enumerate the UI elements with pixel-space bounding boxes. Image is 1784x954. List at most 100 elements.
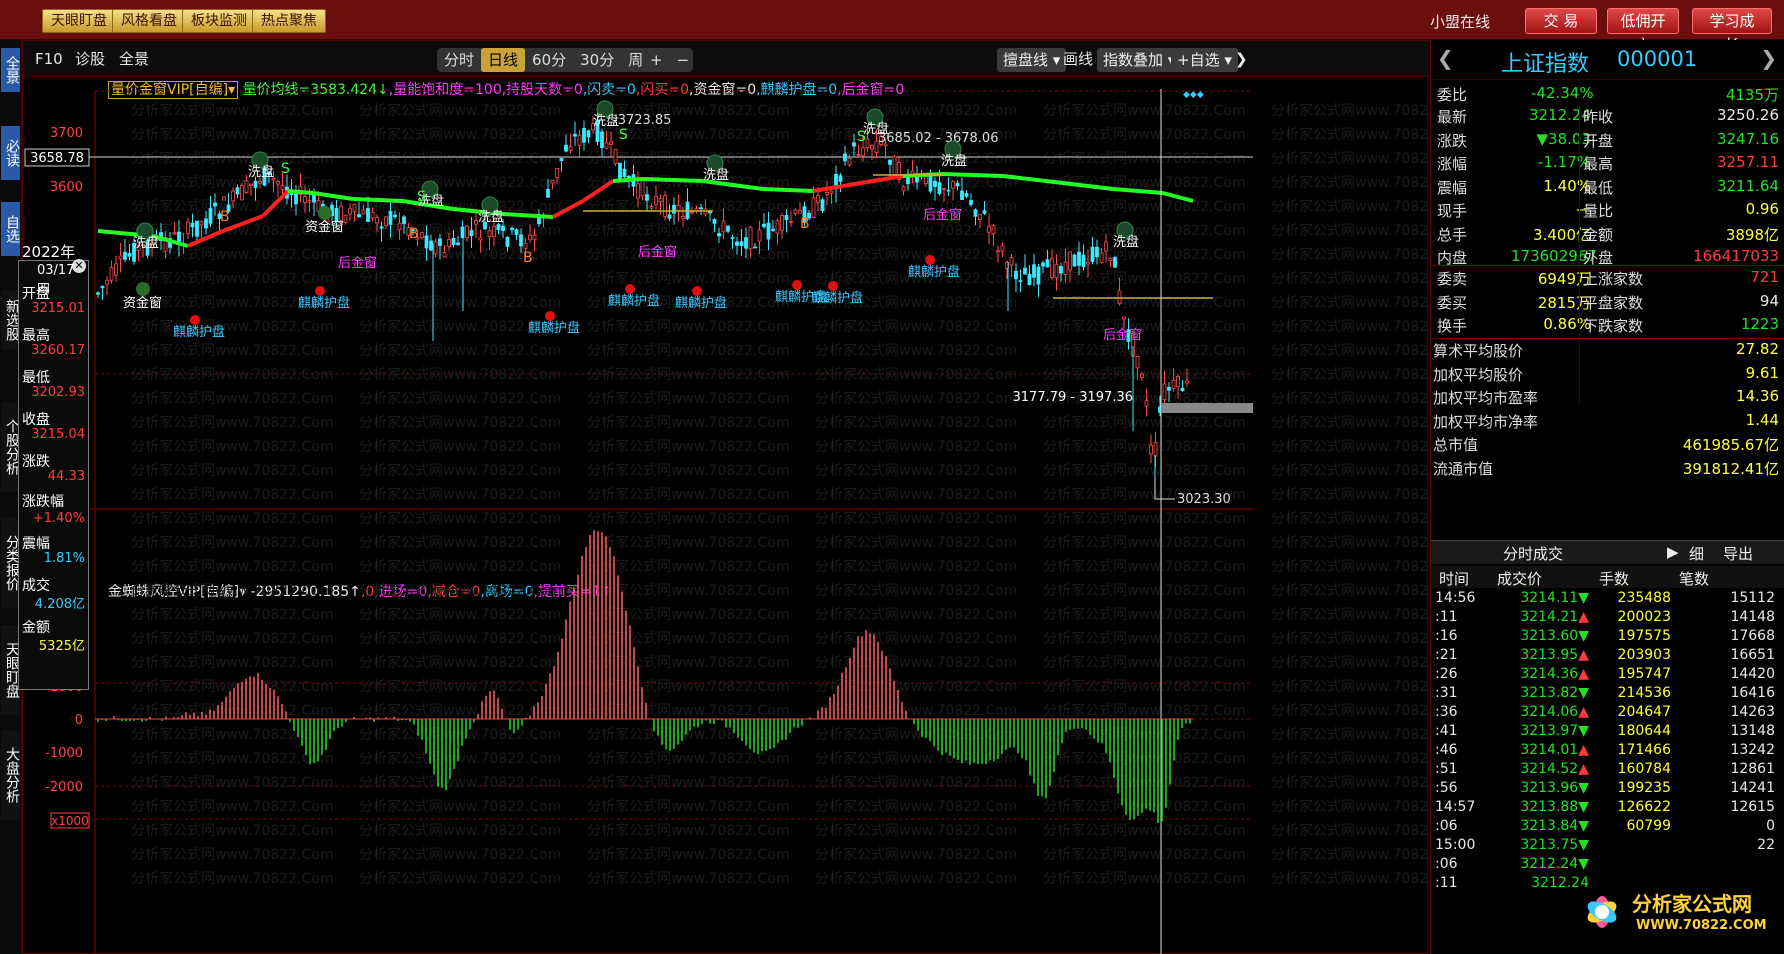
weibi-row: 委比 -42.34% 4135万 [1431,84,1784,106]
watermark-text: 分析家公式网www.70822.Com [1271,318,1429,335]
watermark-text: 分析家公式网www.70822.Com [815,150,1017,167]
tick-row: :16 3213.60▼ 197575 17668 [1431,628,1784,647]
overview-button[interactable]: 全景 [119,48,149,70]
signal-wash: 洗盘 [703,167,729,183]
fund-icon [318,206,332,220]
tab-favorites[interactable]: 自选 [1,202,20,256]
candle-body [1014,270,1018,280]
candle-body [892,156,897,175]
weibi-label: 委比 [1437,86,1468,104]
zoom-in-button[interactable]: + [643,48,670,72]
candle-body [258,181,262,184]
learn-button[interactable]: 学习成长 [1692,8,1772,54]
candle-body [361,209,366,215]
tick-cell: 3213.95▲ [1520,647,1589,663]
quote-label: 委卖 [1437,270,1468,288]
quote-label: 金额 [1583,225,1614,244]
main-indicator-name[interactable]: 量价金窗VIP[自编]▾ [108,81,239,99]
diagnose-button[interactable]: 诊股 [75,48,105,70]
watermark-text: 分析家公式网www.70822.Com [131,126,333,143]
signal-kylin: 麒麟护盘 [775,289,827,305]
candle-body [1149,444,1153,455]
watermark-text: 分析家公式网www.70822.Com [359,462,561,479]
sector-monitor-button[interactable]: 板块监测 [182,9,256,33]
tab-market-analysis[interactable]: 大盘分析 [1,730,20,820]
tick-column-header[interactable]: 手数 [1599,568,1629,589]
stat-row: 算术平均股价 27.82 [1431,340,1784,362]
sub-indicator-name[interactable]: 金蜘蛛风控VIP[自编]▾ [108,584,246,600]
watermark-text: 分析家公式网www.70822.Com [1043,630,1245,647]
watermark-text: 分析家公式网www.70822.Com [131,462,333,479]
tick-play-icon[interactable]: ▶ [1667,543,1679,561]
candle-body [505,236,510,247]
tick-column-header[interactable]: 时间 [1439,568,1469,589]
watermark-text: 分析家公式网www.70822.Com [131,270,333,287]
candle-body [951,181,955,189]
stat-value: 461985.67亿 [1682,436,1779,454]
trade-button[interactable]: 交 易 [1525,8,1597,34]
quote-label: 最高 [1583,155,1614,173]
period-tick[interactable]: 分时 [437,48,481,72]
quote-row: 换手 0.86% 下跌家数 1223 [1431,315,1784,337]
watermark-text: 分析家公式网www.70822.Com [131,174,333,191]
quote-value: 1223 [1740,315,1779,333]
candle-body [784,215,789,221]
f10-button[interactable]: F10 [35,48,63,70]
tick-export-button[interactable]: 导出 [1723,543,1753,564]
candle-body [496,224,501,231]
kylin-dot [792,280,802,290]
index-overlay-dropdown[interactable]: 指数叠加 ▾ [1097,48,1182,72]
candle-body [550,180,555,184]
period-30m[interactable]: 30分 [573,48,621,72]
candle-body [366,208,370,223]
watermark-text: 分析家公式网www.70822.Com [587,702,789,719]
stat-value: 27.82 [1736,340,1779,358]
signal-wash: 洗盘 [941,153,967,169]
zoom-out-button[interactable]: − [670,48,697,72]
candle-body [622,168,627,178]
watermark-text: 分析家公式网www.70822.Com [815,390,1017,407]
tab-overview[interactable]: 全景 [1,48,20,92]
watermark-text: 分析家公式网www.70822.Com [359,342,561,359]
sub-tick-label: 0 [75,713,83,728]
draw-line-button[interactable]: 画线 [1063,48,1093,70]
tick-cell: :51 [1435,761,1458,777]
candle-body [726,225,730,232]
tick-column-header[interactable]: 笔数 [1679,568,1709,589]
watermark-text: 分析家公式网www.70822.Com [359,198,561,215]
tick-title[interactable]: 分时成交 [1503,543,1563,564]
prev-stock-icon[interactable]: ❮ [1437,46,1454,70]
add-favorite-dropdown[interactable]: +自选 ▾ [1171,48,1238,72]
tick-column-header[interactable]: 成交价 [1497,568,1542,589]
annotation-range: 3177.79 - 3197.36 [1013,390,1133,405]
tick-detail-button[interactable]: 细 [1689,543,1704,564]
signal-wash: 洗盘 [863,121,889,137]
next-stock-icon[interactable]: ❯ [1760,46,1777,70]
hotspot-button[interactable]: 热点聚焦 [252,9,326,33]
candle-body [510,227,514,231]
quote-label: 昨收 [1583,108,1614,126]
watermark-text: 分析家公式网www.70822.Com [587,390,789,407]
draw-tool-dropdown[interactable]: 擅盘线 ▾ [997,48,1067,72]
period-60m[interactable]: 60分 [525,48,573,72]
candle-body [204,218,208,229]
stat-label: 加权平均市净率 [1433,412,1539,431]
ma-line-segment [872,174,904,183]
period-daily[interactable]: 日线 [481,48,526,72]
candle-body [109,267,114,281]
kylin-dot [315,286,325,296]
candle-body [199,221,204,226]
signal-kylin: 麒麟护盘 [811,290,863,306]
main-indicator-legend: 量价金窗VIP[自编]▾ 量价均线=3583.424↓,量能饱和度=100,持股… [108,79,904,99]
tab-must-read[interactable]: 必读 [1,126,20,180]
tianyan-button[interactable]: 天眼盯盘 [42,9,116,33]
online-status: 小盟在线 [1430,13,1491,31]
watermark-text: 分析家公式网www.70822.Com [131,558,333,575]
wash-icon [596,100,614,118]
style-watch-button[interactable]: 风格看盘 [112,9,186,33]
collapse-icon[interactable]: ❯ [1235,48,1248,70]
candle-body [1108,257,1113,261]
tick-cell: 12615 [1730,799,1775,815]
candle-body [100,285,105,289]
open-account-button[interactable]: 低佣开户 [1607,8,1679,54]
